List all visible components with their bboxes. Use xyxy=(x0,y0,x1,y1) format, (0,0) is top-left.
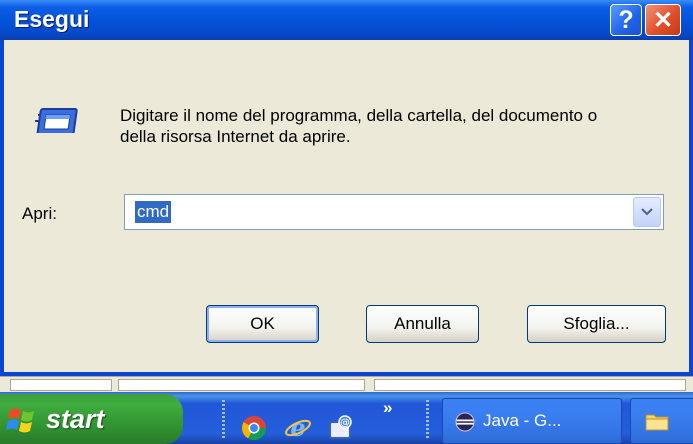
outlook-express-icon[interactable]: @ xyxy=(327,414,355,442)
open-label: Apri: xyxy=(22,204,57,223)
background-field xyxy=(118,379,365,391)
quicklaunch-separator xyxy=(222,400,225,440)
cancel-button[interactable]: Annulla xyxy=(366,305,479,343)
dialog-description: Digitare il nome del programma, della ca… xyxy=(120,106,598,146)
close-button[interactable]: ✕ xyxy=(645,4,681,36)
internet-explorer-icon[interactable]: e xyxy=(284,414,312,442)
help-button[interactable]: ? xyxy=(610,4,642,36)
eclipse-icon xyxy=(455,412,475,432)
taskbar-item-label: Java - G... xyxy=(483,411,562,430)
start-button[interactable]: start xyxy=(0,394,183,444)
folder-icon xyxy=(645,414,669,431)
windows-logo-icon xyxy=(6,408,34,433)
run-program-icon xyxy=(35,108,78,133)
command-combobox[interactable]: cmd xyxy=(124,194,664,230)
help-icon: ? xyxy=(618,5,634,34)
quicklaunch-separator xyxy=(426,400,429,440)
close-icon: ✕ xyxy=(652,6,674,34)
title-bar[interactable]: Esegui ? ✕ xyxy=(0,0,693,40)
start-label: start xyxy=(46,404,105,434)
browse-button[interactable]: Sfoglia... xyxy=(527,305,666,343)
command-input[interactable]: cmd xyxy=(135,201,172,223)
chevron-down-icon xyxy=(641,208,653,216)
ok-button[interactable]: OK xyxy=(206,305,319,343)
background-field xyxy=(10,379,112,391)
taskbar-item-java[interactable]: Java - G... xyxy=(442,398,622,444)
window-title: Esegui xyxy=(14,6,90,32)
svg-text:e: e xyxy=(290,414,305,442)
chrome-icon[interactable] xyxy=(240,414,268,442)
background-field xyxy=(374,379,686,391)
quicklaunch-overflow-chevron[interactable]: » xyxy=(383,398,392,418)
background-window-strip xyxy=(0,376,693,393)
taskbar-item-folder[interactable] xyxy=(630,398,693,444)
dropdown-button[interactable] xyxy=(633,197,661,227)
svg-text:@: @ xyxy=(340,418,350,429)
